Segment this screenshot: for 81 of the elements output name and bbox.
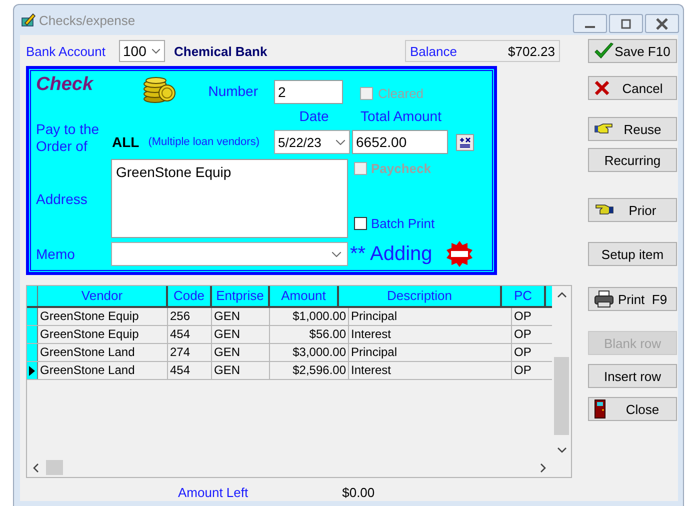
- window-title: Checks/expense: [39, 12, 136, 28]
- table-cell: $2,596.00: [280, 362, 349, 379]
- batch-print-checkbox[interactable]: [354, 217, 367, 230]
- check-title: Check: [36, 74, 95, 96]
- balance-label: Balance: [410, 44, 457, 58]
- payee-note: (Multiple loan vendors): [148, 136, 260, 148]
- table-cell: 454: [168, 326, 212, 343]
- table-cell: GreenStone Equip: [38, 308, 168, 325]
- table-cell: GEN: [212, 308, 270, 325]
- action-button[interactable]: Print F9: [588, 287, 677, 311]
- check-mark-icon: [594, 42, 614, 60]
- table-cell: Interest: [349, 326, 512, 343]
- balance-value: $702.23: [508, 44, 555, 58]
- table-cell: OP: [512, 308, 552, 325]
- action-button[interactable]: Save F10: [588, 39, 677, 63]
- amount-left-value: $0.00: [342, 484, 375, 500]
- minimize-icon: [585, 26, 595, 28]
- table-cell: 454: [168, 362, 212, 379]
- status-text: ** Adding: [350, 242, 434, 266]
- cleared-label: Cleared: [378, 86, 424, 100]
- new-badge-icon: [446, 241, 473, 267]
- table-cell: $3,000.00: [280, 344, 349, 361]
- pay-to-label: Pay to the Order of: [36, 121, 100, 155]
- scroll-right-icon[interactable]: [540, 462, 546, 472]
- table-cell: $1,000.00: [280, 308, 349, 325]
- action-button[interactable]: Recurring: [588, 148, 677, 172]
- date-label: Date: [298, 108, 330, 125]
- table-cell: GreenStone Land: [38, 362, 168, 379]
- scrollbar-thumb[interactable]: [46, 460, 63, 475]
- total-amount-label: Total Amount: [360, 108, 442, 125]
- pointing-hand-icon: [594, 123, 614, 135]
- table-cell: Principal: [349, 344, 512, 361]
- batch-print-label: Batch Print: [371, 216, 435, 231]
- maximize-button[interactable]: [609, 14, 643, 33]
- bank-account-label: Bank Account: [26, 44, 106, 58]
- table-cell: 256: [168, 308, 212, 325]
- table-cell: GEN: [212, 326, 270, 343]
- scroll-down-icon[interactable]: [556, 447, 566, 453]
- address-field[interactable]: GreenStone Equip: [111, 159, 348, 238]
- table-cell: Interest: [349, 362, 512, 379]
- maximize-icon: [620, 18, 632, 28]
- paycheck-label: Paycheck: [371, 161, 431, 176]
- table-cell: Principal: [349, 308, 512, 325]
- memo-label: Memo: [36, 246, 76, 262]
- row-selector[interactable]: [27, 362, 38, 379]
- date-select[interactable]: 5/22/23: [274, 130, 350, 154]
- table-cell: $56.00: [280, 326, 349, 343]
- door-icon: [594, 399, 606, 419]
- scroll-left-icon[interactable]: [33, 462, 39, 472]
- table-cell: GEN: [212, 344, 270, 361]
- action-button[interactable]: Close: [588, 397, 677, 421]
- minimize-button[interactable]: [573, 14, 607, 33]
- close-icon: [655, 18, 669, 30]
- scrollbar-thumb[interactable]: [554, 357, 569, 435]
- number-field[interactable]: 2: [274, 80, 343, 104]
- coins-icon: [143, 76, 176, 102]
- pointing-hand-icon: [594, 204, 614, 216]
- action-button[interactable]: Insert row: [588, 364, 677, 388]
- payee: ALL: [112, 134, 140, 150]
- scroll-up-icon[interactable]: [556, 292, 566, 298]
- address-label: Address: [36, 190, 88, 206]
- table-cell: GreenStone Land: [38, 344, 168, 361]
- table-cell: OP: [512, 326, 552, 343]
- action-button[interactable]: Cancel: [588, 76, 677, 100]
- amount-left-label: Amount Left: [178, 484, 248, 500]
- printer-icon: [594, 290, 614, 308]
- table-cell: GreenStone Equip: [38, 326, 168, 343]
- row-pointer-icon: [29, 366, 35, 376]
- pen-paper-icon: [21, 13, 36, 27]
- table-cell: 274: [168, 344, 212, 361]
- close-button[interactable]: [645, 14, 679, 33]
- calculator-icon[interactable]: [456, 134, 474, 150]
- table-cell: GEN: [212, 362, 270, 379]
- action-button[interactable]: Prior: [588, 198, 677, 222]
- total-amount-field[interactable]: 6652.00: [352, 130, 448, 154]
- bank-account-select[interactable]: 100: [119, 40, 165, 62]
- action-button[interactable]: Setup item: [588, 242, 677, 266]
- bank-name: Chemical Bank: [174, 44, 268, 58]
- cross-icon: [594, 80, 610, 96]
- action-button[interactable]: Reuse: [588, 117, 677, 141]
- number-label: Number: [208, 82, 258, 98]
